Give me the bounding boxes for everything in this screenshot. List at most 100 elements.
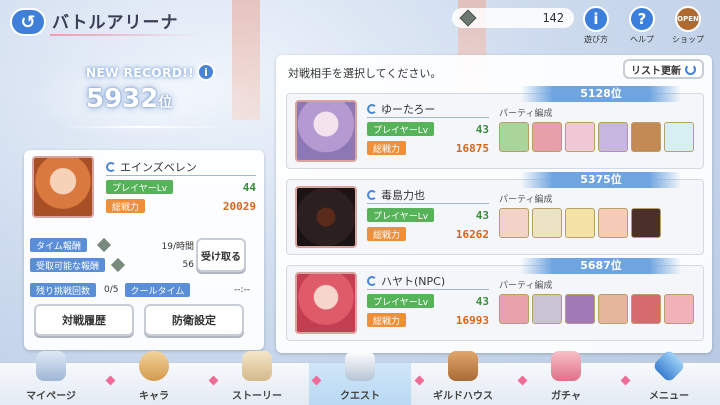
nav-label: クエスト — [340, 391, 380, 402]
help-i-icon: i — [583, 6, 609, 32]
opponent-info: 毒島力也 プレイヤーLv 43 総戦力 16262 — [367, 186, 489, 242]
scroll-icon — [242, 351, 272, 381]
party-member-portrait — [598, 294, 628, 324]
time-reward-value: 19/時間 — [161, 241, 195, 252]
opponent-party: パーティ編成 — [499, 192, 661, 238]
opponent-power-label: 総戦力 — [367, 141, 407, 155]
refresh-list-button[interactable]: リスト更新 — [623, 59, 704, 79]
record-rank-value: 5932 — [86, 84, 159, 114]
opponent-power-label: 総戦力 — [367, 227, 407, 241]
party-label: パーティ編成 — [499, 281, 553, 291]
nav-separator-icon — [517, 375, 528, 386]
opponent-party: パーティ編成 — [499, 278, 694, 324]
nav-label: ギルドハウス — [433, 391, 493, 402]
help-button[interactable]: ? ヘルプ — [622, 6, 662, 45]
party-member-portrait — [598, 122, 628, 152]
gem-icon — [110, 257, 126, 273]
castle-icon — [36, 351, 66, 381]
opponent-panel: 対戦相手を選択してください。 リスト更新 5128位 ゆーたろー プレイヤーLv… — [276, 55, 712, 353]
opponent-power-label: 総戦力 — [367, 313, 407, 327]
page-title: バトルアリーナ — [52, 13, 179, 33]
opponent-rank: 5128位 — [521, 86, 681, 102]
back-arrow-icon: ↺ — [20, 11, 36, 33]
opponent-level-row: プレイヤーLv 43 — [367, 121, 489, 137]
nav-label: ストーリー — [232, 391, 282, 402]
new-record-label: NEW RECORD!! — [86, 66, 195, 80]
opponent-level-value: 43 — [475, 294, 489, 308]
record-info-button[interactable]: i — [197, 63, 215, 81]
opponent-name: ゆーたろー — [381, 102, 436, 116]
opponent-name-icon — [367, 103, 377, 114]
nav-quest[interactable]: クエスト — [309, 351, 411, 405]
gem-count: 142 — [542, 11, 564, 25]
party-label: パーティ編成 — [499, 195, 553, 205]
nav-separator-icon — [208, 375, 219, 386]
nav-menu[interactable]: メニュー — [618, 349, 720, 405]
gem-icon — [459, 9, 477, 27]
opponent-name-icon — [367, 275, 377, 286]
opponent-info: ハヤト(NPC) プレイヤーLv 43 総戦力 16993 — [367, 272, 489, 328]
player-name: エインズベレン — [120, 160, 197, 174]
how-to-play-button[interactable]: i 遊び方 — [576, 6, 616, 45]
player-level-row: プレイヤーLv 44 — [106, 179, 256, 195]
opponent-panel-title: 対戦相手を選択してください。 — [288, 67, 442, 80]
claimable-reward-label: 受取可能な報酬 — [30, 258, 106, 272]
party-member-portrait — [532, 208, 562, 238]
party-member-portrait — [499, 208, 529, 238]
how-to-play-label: 遊び方 — [584, 35, 608, 44]
shop-button[interactable]: OPEN ショップ — [668, 6, 708, 45]
back-button[interactable]: ↺ — [10, 8, 46, 36]
bottom-nav: マイページ キャラ ストーリー クエスト ギルドハウス ガチャ メニュー — [0, 349, 720, 405]
shop-open-icon: OPEN — [675, 6, 701, 32]
opponent-card[interactable]: 5128位 ゆーたろー プレイヤーLv 43 総戦力 16875 パーティ編成 — [286, 86, 704, 169]
question-icon: ? — [629, 6, 655, 32]
party-members — [499, 122, 694, 152]
claim-button[interactable]: 受け取る — [196, 238, 246, 272]
opponent-card[interactable]: 5687位 ハヤト(NPC) プレイヤーLv 43 総戦力 16993 パーティ… — [286, 258, 704, 341]
battle-history-button[interactable]: 対戦履歴 — [34, 304, 134, 336]
opponent-level-row: プレイヤーLv 43 — [367, 207, 489, 223]
player-name-row: エインズベレン — [106, 158, 256, 176]
nav-story[interactable]: ストーリー — [206, 351, 308, 405]
nav-guildhouse[interactable]: ギルドハウス — [412, 351, 514, 405]
refresh-list-label: リスト更新 — [631, 65, 681, 77]
help-label: ヘルプ — [630, 35, 654, 44]
party-member-portrait — [499, 122, 529, 152]
defense-setup-button[interactable]: 防衛設定 — [144, 304, 244, 336]
nav-character[interactable]: キャラ — [103, 351, 205, 405]
player-power-row: 総戦力 20029 — [106, 198, 256, 214]
remaining-attempts-row: 残り挑戦回数 0/5 クールタイム --:-- — [30, 282, 250, 298]
opponent-card[interactable]: 5375位 毒島力也 プレイヤーLv 43 総戦力 16262 パーティ編成 — [286, 172, 704, 255]
opponent-name: 毒島力也 — [381, 188, 425, 202]
claimable-reward-row: 受取可能な報酬 56 — [30, 257, 194, 273]
opponent-rank: 5375位 — [521, 172, 681, 188]
party-member-portrait — [664, 122, 694, 152]
opponent-name-row: ハヤト(NPC) — [367, 272, 489, 290]
title-underline — [50, 34, 200, 36]
record-rank: 5932位 — [86, 84, 172, 114]
opponent-name-row: 毒島力也 — [367, 186, 489, 204]
party-members — [499, 208, 661, 238]
opponent-level-label: プレイヤーLv — [367, 122, 435, 136]
party-member-portrait — [631, 208, 661, 238]
opponent-level-row: プレイヤーLv 43 — [367, 293, 489, 309]
remaining-attempts-value: 0/5 — [104, 285, 119, 295]
opponent-avatar — [295, 186, 357, 248]
crossed-swords-icon — [345, 351, 375, 381]
party-member-portrait — [631, 294, 661, 324]
gacha-icon — [551, 351, 581, 381]
opponent-name-icon — [367, 189, 377, 200]
party-member-portrait — [565, 208, 595, 238]
opponent-level-label: プレイヤーLv — [367, 208, 435, 222]
party-member-portrait — [598, 208, 628, 238]
nav-separator-icon — [414, 375, 425, 386]
party-label: パーティ編成 — [499, 109, 553, 119]
party-member-portrait — [499, 294, 529, 324]
party-member-portrait — [532, 294, 562, 324]
time-reward-label: タイム報酬 — [30, 238, 87, 252]
opponent-level-value: 43 — [475, 122, 489, 136]
nav-gacha[interactable]: ガチャ — [515, 351, 617, 405]
nav-mypage[interactable]: マイページ — [0, 351, 102, 405]
cooltime-value: --:-- — [233, 285, 250, 295]
player-power-label: 総戦力 — [106, 199, 146, 213]
